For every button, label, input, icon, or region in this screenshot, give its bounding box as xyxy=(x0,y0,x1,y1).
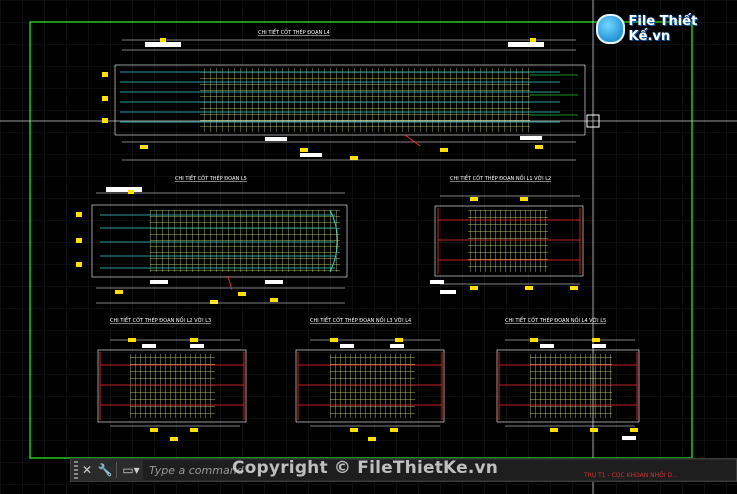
logo-badge-icon xyxy=(596,14,625,44)
wrench-icon[interactable]: 🔧 xyxy=(96,460,114,480)
drawing-l5-title: CHI TIẾT CỐT THÉP ĐOẠN L5 xyxy=(175,174,247,182)
logo-text: File Thiết Kế.vn xyxy=(628,14,698,44)
drawing-l1-l2-title: CHI TIẾT CỐT THÉP ĐOẠN NỐI L1 VỚI L2 xyxy=(450,174,551,182)
filethietke-logo: File Thiết Kế.vn xyxy=(596,14,737,44)
drawing-l4-l5-title: CHI TIẾT CỐT THÉP ĐOẠN NỐI L4 VỚI L5 xyxy=(505,316,606,324)
status-label: TRỤ T1 - CỌC KHOAN NHỒI D... xyxy=(584,472,678,479)
drawing-l4-title: CHI TIẾT CỐT THÉP ĐOẠN L4 xyxy=(258,28,330,36)
drawing-l2-l3-title: CHI TIẾT CỐT THÉP ĐOẠN NỐI L2 VỚI L3 xyxy=(110,316,211,324)
command-history-icon[interactable]: ▭▾ xyxy=(119,460,143,480)
close-icon[interactable]: ✕ xyxy=(78,460,96,480)
toolbar-separator xyxy=(116,462,117,478)
drawing-l3-l4-title: CHI TIẾT CỐT THÉP ĐOẠN NỐI L3 VỚI L4 xyxy=(310,316,411,324)
cad-drawing-canvas[interactable]: CHI TIẾT CỐT THÉP ĐOẠN L4 CHI TIẾT CỐT T… xyxy=(0,0,737,494)
